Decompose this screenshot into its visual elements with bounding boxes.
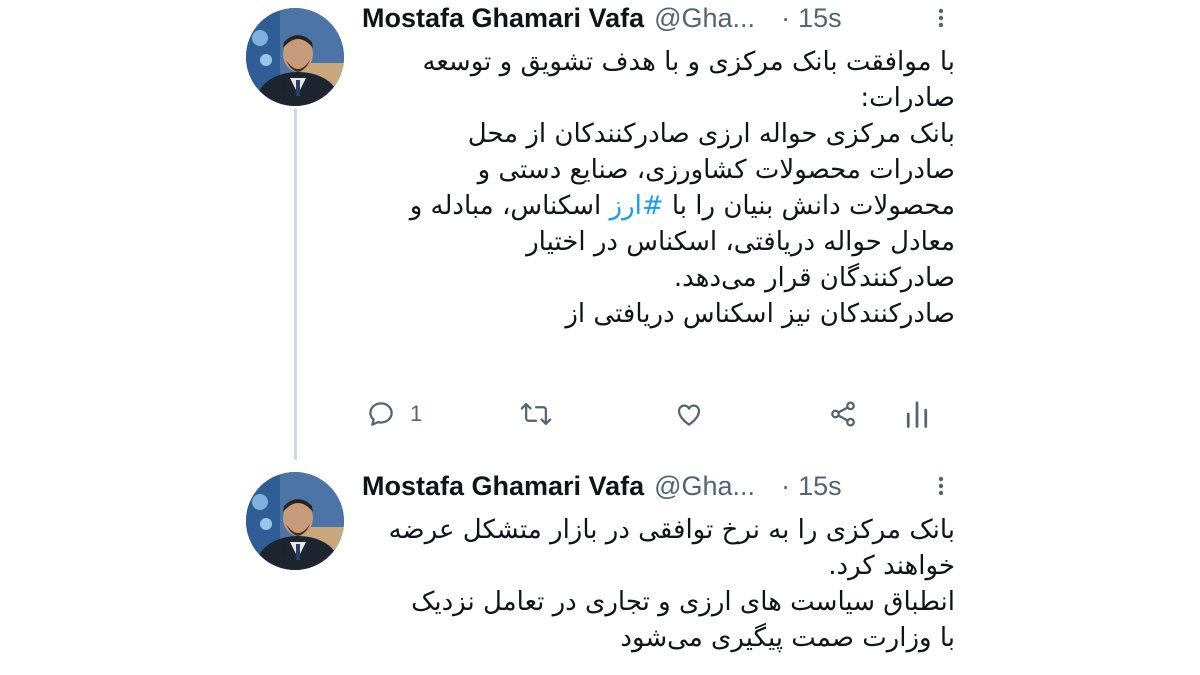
hashtag-link[interactable]: #ارز (609, 191, 663, 221)
tweet-line: صادرکنندکان نیز اسکناس دریافتی از (565, 299, 955, 329)
hashtag-suffix-text: اسکناس، مبادله و (409, 191, 610, 221)
avatar[interactable] (246, 8, 344, 106)
like-icon (677, 404, 701, 426)
author-handle[interactable]: @Gha... (654, 3, 755, 34)
reply-count: 1 (410, 401, 423, 426)
tweet-text: بانک مرکزی را به نرخ توافقی در بازار متش… (345, 512, 955, 656)
tweet-actions: 1 (0, 394, 1200, 434)
tweet-line: بانک مرکزی را به نرخ توافقی در بازار متش… (388, 515, 955, 545)
tweet-line: بانک مرکزی حواله ارزی صادرکنندکان از محل (467, 119, 955, 149)
tweet-line: با موافقت بانک مرکزی و با هدف تشویق و تو… (422, 47, 955, 77)
avatar-photo (246, 8, 344, 106)
more-options-button[interactable] (928, 0, 954, 36)
tweet-header: Mostafa Ghamari Vafa @Gha... · 15s (362, 468, 842, 504)
retweet-button[interactable] (520, 394, 552, 434)
timestamp[interactable]: 15s (798, 471, 842, 502)
like-button[interactable] (674, 394, 704, 434)
tweet-line: صادرکنندگان قرار می‌دهد. (673, 263, 955, 293)
more-icon (938, 8, 944, 28)
tweet-1[interactable]: Mostafa Ghamari Vafa @Gha... · 15s با مو… (0, 0, 1200, 460)
tweet-line: خواهند کرد. (828, 551, 955, 581)
tweet-line: صادرات محصولات کشاورزی، صنایع دستی و (477, 155, 955, 185)
share-button[interactable] (828, 394, 858, 434)
more-icon (938, 476, 944, 496)
tweet-line-with-hashtag: محصولات دانش بنیان را با #ارز اسکناس، مب… (345, 188, 955, 224)
separator-dot: · (781, 470, 791, 501)
reply-button[interactable]: 1 (366, 394, 422, 434)
tweet-text: با موافقت بانک مرکزی و با هدف تشویق و تو… (345, 44, 955, 332)
analytics-button[interactable] (904, 394, 930, 434)
retweet-icon (520, 403, 552, 425)
analytics-icon (906, 401, 928, 428)
tweet-line: با وزارت صمت پیگیری می‌شود (620, 623, 955, 653)
tweet-line: صادرات: (860, 83, 955, 113)
avatar-photo (246, 472, 344, 570)
share-icon (831, 401, 855, 427)
separator-dot: · (781, 2, 791, 33)
tweet-line: معادل حواله دریافتی، اسکناس در اختیار (526, 227, 955, 257)
reply-icon (369, 402, 393, 426)
tweet-2[interactable]: Mostafa Ghamari Vafa @Gha... · 15s بانک … (0, 460, 1200, 675)
author-name[interactable]: Mostafa Ghamari Vafa (362, 3, 644, 34)
tweet-line: انطباق سیاست های ارزی و تجاری در تعامل ن… (411, 587, 955, 617)
tweet-header: Mostafa Ghamari Vafa @Gha... · 15s (362, 0, 842, 36)
author-handle[interactable]: @Gha... (654, 471, 755, 502)
hashtag-prefix-text: محصولات دانش بنیان را با (663, 191, 955, 221)
more-options-button[interactable] (928, 468, 954, 504)
avatar[interactable] (246, 472, 344, 570)
timestamp[interactable]: 15s (798, 3, 842, 34)
author-name[interactable]: Mostafa Ghamari Vafa (362, 471, 644, 502)
